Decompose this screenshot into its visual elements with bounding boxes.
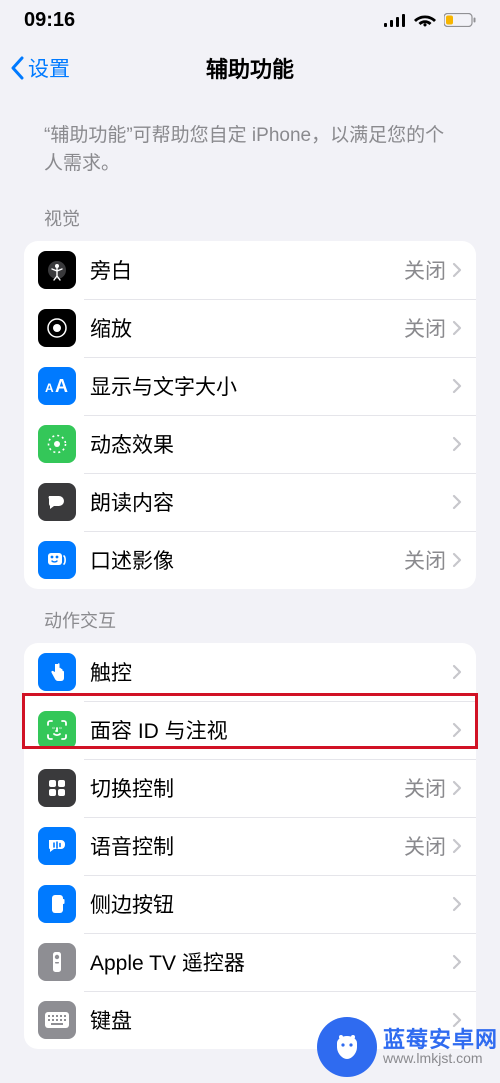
wifi-icon (414, 12, 436, 28)
row-audio-descriptions[interactable]: 口述影像 关闭 (24, 531, 476, 589)
row-label: 显示与文字大小 (90, 371, 452, 401)
row-apple-tv-remote[interactable]: Apple TV 遥控器 (24, 933, 476, 991)
section-motor: 触控 面容 ID 与注视 切换控制 关闭 语音控制 关闭 (24, 643, 476, 1049)
voiceover-icon (38, 251, 76, 289)
chevron-right-icon (452, 320, 462, 336)
chevron-right-icon (452, 494, 462, 510)
chevron-right-icon (452, 780, 462, 796)
back-label: 设置 (28, 53, 70, 83)
row-label: 侧边按钮 (90, 889, 452, 919)
row-label: 口述影像 (90, 545, 404, 575)
chevron-right-icon (452, 262, 462, 278)
switch-control-icon (38, 769, 76, 807)
text-size-icon: AA (38, 367, 76, 405)
chevron-right-icon (452, 838, 462, 854)
row-voiceover[interactable]: 旁白 关闭 (24, 241, 476, 299)
svg-text:A: A (45, 381, 54, 395)
audio-descriptions-icon (38, 541, 76, 579)
chevron-left-icon (10, 56, 24, 80)
row-label: 面容 ID 与注视 (90, 715, 452, 745)
status-bar: 09:16 (0, 0, 500, 40)
chevron-right-icon (452, 378, 462, 394)
row-display-text-size[interactable]: AA 显示与文字大小 (24, 357, 476, 415)
row-value: 关闭 (404, 545, 446, 575)
row-value: 关闭 (404, 831, 446, 861)
chevron-right-icon (452, 722, 462, 738)
watermark-brand: 蓝莓安卓网 (383, 1028, 498, 1051)
chevron-right-icon (452, 664, 462, 680)
row-label: Apple TV 遥控器 (90, 947, 452, 977)
back-button[interactable]: 设置 (0, 53, 70, 83)
chevron-right-icon (452, 552, 462, 568)
row-spoken-content[interactable]: 朗读内容 (24, 473, 476, 531)
chevron-right-icon (452, 436, 462, 452)
row-value: 关闭 (404, 313, 446, 343)
keyboard-icon (38, 1001, 76, 1039)
row-label: 缩放 (90, 313, 404, 343)
status-time: 09:16 (24, 9, 75, 32)
row-label: 动态效果 (90, 429, 452, 459)
watermark-url: www.lmkjst.com (383, 1051, 498, 1066)
row-voice-control[interactable]: 语音控制 关闭 (24, 817, 476, 875)
side-button-icon (38, 885, 76, 923)
chevron-right-icon (452, 896, 462, 912)
section-header-vision: 视觉 (0, 187, 500, 241)
row-touch[interactable]: 触控 (24, 643, 476, 701)
row-label: 朗读内容 (90, 487, 452, 517)
row-side-button[interactable]: 侧边按钮 (24, 875, 476, 933)
section-vision: 旁白 关闭 缩放 关闭 AA 显示与文字大小 动态效果 (24, 241, 476, 589)
row-label: 旁白 (90, 255, 404, 285)
apple-tv-remote-icon (38, 943, 76, 981)
row-label: 切换控制 (90, 773, 404, 803)
intro-text: “辅助功能”可帮助您自定 iPhone，以满足您的个人需求。 (0, 96, 500, 187)
motion-icon (38, 425, 76, 463)
row-switch-control[interactable]: 切换控制 关闭 (24, 759, 476, 817)
zoom-icon (38, 309, 76, 347)
row-label: 语音控制 (90, 831, 404, 861)
row-zoom[interactable]: 缩放 关闭 (24, 299, 476, 357)
watermark: 蓝莓安卓网 www.lmkjst.com (317, 1017, 498, 1077)
voice-control-icon (38, 827, 76, 865)
svg-text:A: A (55, 376, 68, 396)
cellular-icon (384, 13, 406, 27)
row-value: 关闭 (404, 255, 446, 285)
touch-icon (38, 653, 76, 691)
section-header-motor: 动作交互 (0, 589, 500, 643)
page-title: 辅助功能 (0, 52, 500, 84)
watermark-logo-icon (317, 1017, 377, 1077)
row-face-id-attention[interactable]: 面容 ID 与注视 (24, 701, 476, 759)
chevron-right-icon (452, 954, 462, 970)
row-motion[interactable]: 动态效果 (24, 415, 476, 473)
row-value: 关闭 (404, 773, 446, 803)
status-indicators (384, 12, 476, 28)
battery-low-icon (444, 13, 476, 27)
spoken-content-icon (38, 483, 76, 521)
nav-header: 设置 辅助功能 (0, 40, 500, 96)
row-label: 触控 (90, 657, 452, 687)
face-id-icon (38, 711, 76, 749)
